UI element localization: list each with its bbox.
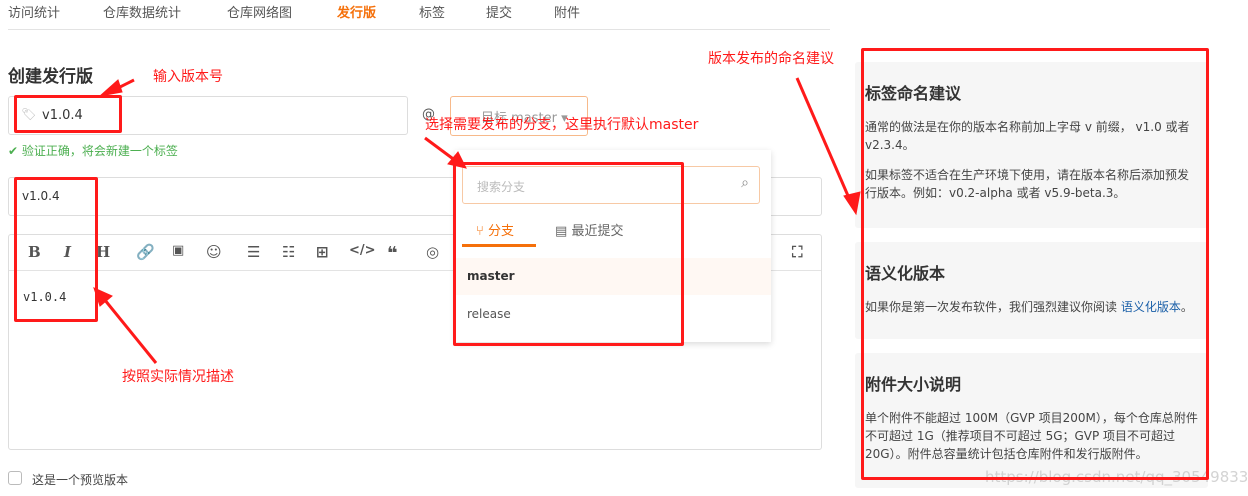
arrow-describe [98,293,158,364]
annotation-arrows [93,77,861,364]
arrow-naming [795,77,854,206]
